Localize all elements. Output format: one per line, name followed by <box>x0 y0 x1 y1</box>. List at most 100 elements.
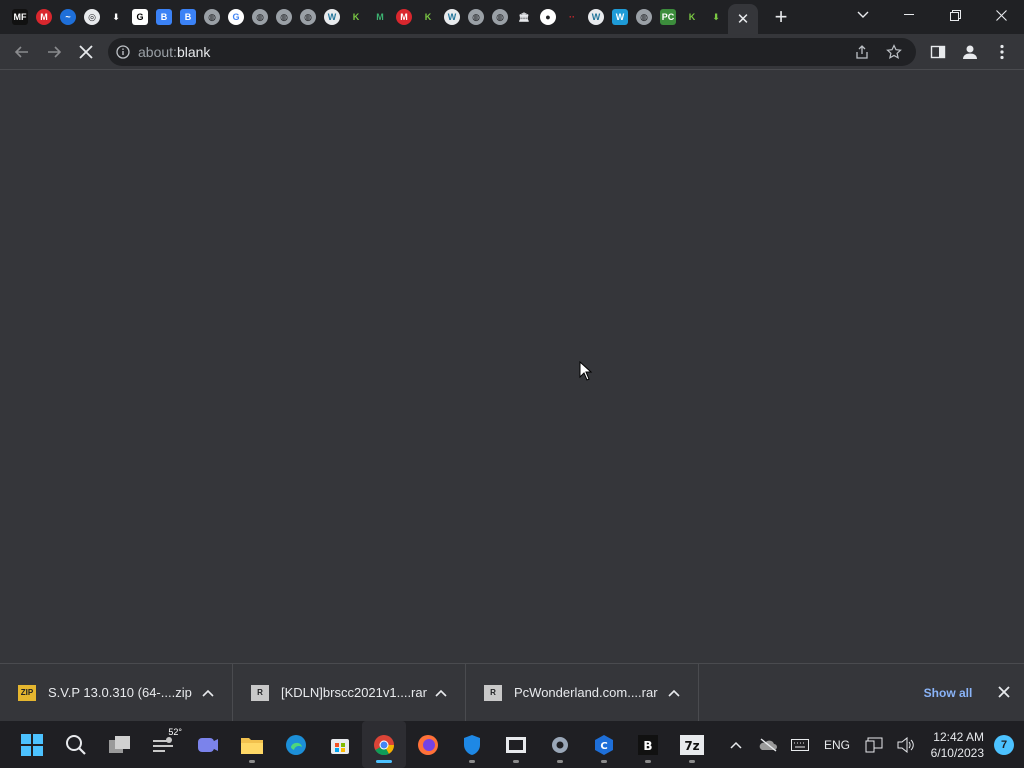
running-indicator <box>645 760 651 763</box>
google-icon: G <box>228 9 244 25</box>
chevron-up-icon[interactable] <box>668 684 680 702</box>
store-button[interactable] <box>318 721 362 768</box>
defender-button[interactable] <box>450 721 494 768</box>
minimize-button[interactable] <box>886 0 932 30</box>
tab-9[interactable]: G <box>224 0 248 34</box>
tab-25[interactable]: W <box>608 0 632 34</box>
url-text[interactable]: about:blank <box>138 44 210 60</box>
tab-26[interactable]: ◍ <box>632 0 656 34</box>
download-item[interactable]: R [KDLN]brscc2021v1....rar <box>233 663 466 722</box>
side-panel-button[interactable] <box>922 36 954 68</box>
teams-chat-button[interactable] <box>186 721 230 768</box>
omnibox-actions <box>846 38 910 66</box>
bookmark-star-icon[interactable] <box>878 44 910 60</box>
download-item[interactable]: ZIP S.V.P 13.0.310 (64-....zip <box>0 663 233 722</box>
tab-24[interactable]: W <box>584 0 608 34</box>
tab-0[interactable]: MF <box>8 0 32 34</box>
tab-10[interactable]: ◍ <box>248 0 272 34</box>
clock[interactable]: 12:42 AM 6/10/2023 <box>922 729 988 761</box>
7zip-button[interactable]: 7z <box>670 721 714 768</box>
tab-22[interactable]: ● <box>536 0 560 34</box>
volume-icon[interactable] <box>890 736 922 753</box>
video-app-button[interactable] <box>494 721 538 768</box>
notification-count-badge[interactable]: 7 <box>994 734 1014 755</box>
system-tray: ENG 12:42 AM 6/10/2023 7 <box>720 721 1024 768</box>
tab-15[interactable]: M <box>368 0 392 34</box>
tab-27[interactable]: PC <box>656 0 680 34</box>
tab-4[interactable]: ⬇ <box>104 0 128 34</box>
tab-7[interactable]: B <box>176 0 200 34</box>
tab-17[interactable]: K <box>416 0 440 34</box>
task-view-button[interactable] <box>98 721 142 768</box>
tab-search-button[interactable] <box>840 0 886 30</box>
tab-13[interactable]: W <box>320 0 344 34</box>
globe-icon: ◍ <box>204 9 220 25</box>
tab-16[interactable]: M <box>392 0 416 34</box>
tab-21[interactable]: 🏛 <box>512 0 536 34</box>
ccleaner-button[interactable]: C <box>582 721 626 768</box>
search-button[interactable] <box>54 721 98 768</box>
chrome-icon: ◎ <box>84 9 100 25</box>
tab-23[interactable]: ·· <box>560 0 584 34</box>
widgets-weather-button[interactable]: 52° <box>142 721 186 768</box>
language-indicator[interactable]: ENG <box>816 738 858 752</box>
stop-loading-button[interactable] <box>70 36 102 68</box>
tab-29[interactable]: ⬇ <box>704 0 728 34</box>
onedrive-icon[interactable] <box>752 737 784 752</box>
tab-1[interactable]: M <box>32 0 56 34</box>
chevron-up-icon[interactable] <box>435 684 447 702</box>
mega-icon: M <box>396 9 412 25</box>
tab-12[interactable]: ◍ <box>296 0 320 34</box>
new-tab-button[interactable]: + <box>764 0 798 34</box>
chrome-icon <box>374 734 395 755</box>
forward-button[interactable] <box>38 36 70 68</box>
download-item[interactable]: R PcWonderland.com....rar <box>466 663 699 722</box>
tab-28[interactable]: K <box>680 0 704 34</box>
address-bar[interactable]: about:blank <box>108 38 916 66</box>
running-indicator <box>689 760 695 763</box>
tab-6[interactable]: B <box>152 0 176 34</box>
site-info-icon[interactable] <box>108 45 138 59</box>
tab-14[interactable]: K <box>344 0 368 34</box>
show-hidden-icons-button[interactable] <box>720 741 752 749</box>
g-icon: G <box>132 9 148 25</box>
back-button[interactable] <box>6 36 38 68</box>
tab-2[interactable]: ~ <box>56 0 80 34</box>
close-tab-icon[interactable]: ✕ <box>737 10 750 28</box>
globe-icon: ◍ <box>636 9 652 25</box>
window-controls <box>840 0 1024 34</box>
tab-3[interactable]: ◎ <box>80 0 104 34</box>
page-content[interactable] <box>0 70 1024 663</box>
restore-button[interactable] <box>932 0 978 30</box>
wordpress-icon: W <box>588 9 604 25</box>
firefox-button[interactable] <box>406 721 450 768</box>
tab-11[interactable]: ◍ <box>272 0 296 34</box>
edge-button[interactable] <box>274 721 318 768</box>
tab-18[interactable]: W <box>440 0 464 34</box>
chevron-up-icon[interactable] <box>202 684 214 702</box>
close-downloads-bar-button[interactable] <box>992 680 1016 704</box>
windows-taskbar: 52° C B 7z ENG 12:42 AM 6/10/2023 7 <box>0 721 1024 768</box>
start-button[interactable] <box>10 721 54 768</box>
close-window-button[interactable] <box>978 0 1024 30</box>
tab-active[interactable]: ✕ <box>728 4 758 34</box>
shield-b-icon: B <box>180 9 196 25</box>
tab-5[interactable]: G <box>128 0 152 34</box>
share-icon[interactable] <box>846 44 878 60</box>
keyboard-icon[interactable] <box>784 738 816 751</box>
b-app-button[interactable]: B <box>626 721 670 768</box>
clock-date: 6/10/2023 <box>930 745 984 760</box>
arrow-right-icon <box>48 45 62 58</box>
menu-button[interactable] <box>986 36 1018 68</box>
profile-button[interactable] <box>954 36 986 68</box>
show-all-downloads-link[interactable]: Show all <box>912 664 984 722</box>
chrome-button[interactable] <box>362 721 406 768</box>
pc-icon: PC <box>660 9 676 25</box>
tab-8[interactable]: ◍ <box>200 0 224 34</box>
tab-19[interactable]: ◍ <box>464 0 488 34</box>
network-icon[interactable] <box>858 737 890 753</box>
tab-20[interactable]: ◍ <box>488 0 512 34</box>
settings-button[interactable] <box>538 721 582 768</box>
wordpress-icon: W <box>444 9 460 25</box>
file-explorer-button[interactable] <box>230 721 274 768</box>
